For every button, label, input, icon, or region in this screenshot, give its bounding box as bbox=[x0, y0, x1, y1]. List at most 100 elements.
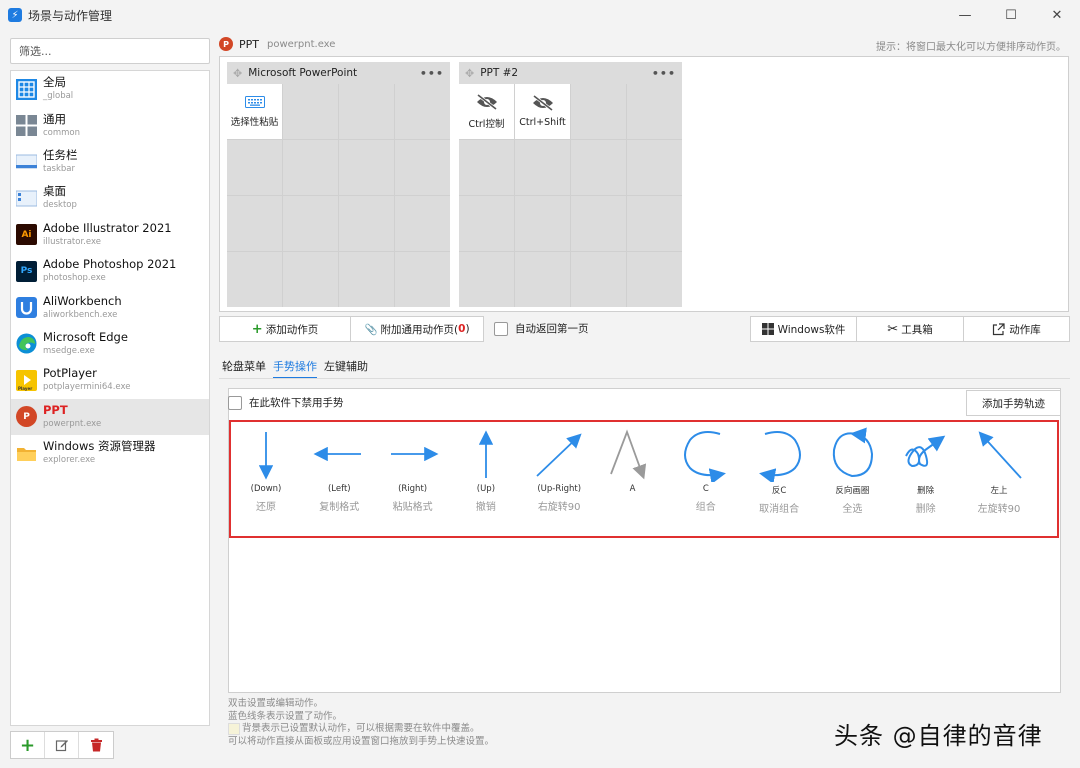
action-page-2[interactable]: ✥ PPT #2 ••• Ctrl控制 Ctrl+Shift bbox=[459, 62, 682, 307]
empty-cell[interactable] bbox=[283, 196, 338, 251]
empty-cell[interactable] bbox=[283, 252, 338, 307]
gesture-item[interactable]: (Left) 复制格式 bbox=[303, 426, 375, 513]
current-app-header: P PPT powerpnt.exe bbox=[219, 36, 335, 52]
empty-cell[interactable] bbox=[227, 252, 282, 307]
action-library-button[interactable]: 动作库 bbox=[963, 316, 1070, 342]
external-link-icon bbox=[993, 322, 1005, 335]
maximize-button[interactable]: ☐ bbox=[988, 0, 1034, 30]
sidebar-app-item[interactable]: 桌面 desktop bbox=[11, 180, 209, 216]
app-text: AliWorkbench aliworkbench.exe bbox=[43, 294, 122, 322]
sidebar-app-item[interactable]: Windows 资源管理器 explorer.exe bbox=[11, 435, 209, 471]
empty-cell[interactable] bbox=[459, 140, 514, 195]
empty-cell[interactable] bbox=[627, 84, 682, 139]
app-text: Adobe Illustrator 2021 illustrator.exe bbox=[43, 221, 172, 249]
empty-cell[interactable] bbox=[515, 196, 570, 251]
empty-cell[interactable] bbox=[515, 252, 570, 307]
action-cell[interactable]: Ctrl控制 bbox=[459, 84, 514, 139]
disable-gestures-option[interactable]: 在此软件下禁用手势 bbox=[228, 395, 344, 410]
gesture-item[interactable]: (Right) 粘贴格式 bbox=[377, 426, 449, 513]
tab-wheel-menu[interactable]: 轮盘菜单 bbox=[222, 358, 266, 379]
edge-icon bbox=[16, 333, 37, 354]
add-page-button[interactable]: + 添加动作页 bbox=[219, 316, 351, 342]
gesture-item[interactable]: 反C 取消组合 bbox=[743, 426, 815, 515]
empty-cell[interactable] bbox=[459, 252, 514, 307]
window-controls: — ☐ ✕ bbox=[942, 0, 1080, 30]
empty-cell[interactable] bbox=[339, 84, 394, 139]
sidebar-app-item[interactable]: 任务栏 taskbar bbox=[11, 144, 209, 180]
sidebar-app-item[interactable]: Player PotPlayer potplayermini64.exe bbox=[11, 362, 209, 398]
empty-cell[interactable] bbox=[395, 84, 450, 139]
app-name: 桌面 bbox=[43, 184, 66, 199]
sidebar-app-item[interactable]: P PPT powerpnt.exe bbox=[11, 398, 209, 435]
sidebar-app-item[interactable]: Microsoft Edge msedge.exe bbox=[11, 326, 209, 362]
app-exe: potplayermini64.exe bbox=[43, 382, 131, 393]
close-button[interactable]: ✕ bbox=[1034, 0, 1080, 30]
windows-software-button[interactable]: Windows软件 bbox=[750, 316, 857, 342]
title-bar: ⚡ 场景与动作管理 — ☐ ✕ bbox=[0, 0, 1080, 30]
gesture-right-icon bbox=[390, 446, 439, 462]
gesture-item[interactable]: 删除 删除 bbox=[890, 426, 962, 515]
empty-cell[interactable] bbox=[395, 196, 450, 251]
empty-cell[interactable] bbox=[283, 140, 338, 195]
empty-cell[interactable] bbox=[395, 140, 450, 195]
empty-cell[interactable] bbox=[627, 252, 682, 307]
gesture-item[interactable]: (Down) 还原 bbox=[230, 426, 302, 513]
delete-app-button[interactable] bbox=[79, 732, 113, 758]
empty-cell[interactable] bbox=[571, 140, 626, 195]
auto-return-option[interactable]: 自动返回第一页 bbox=[494, 321, 589, 336]
empty-cell[interactable] bbox=[283, 84, 338, 139]
gesture-name: A bbox=[629, 484, 636, 494]
minimize-button[interactable]: — bbox=[942, 0, 988, 30]
move-handle-icon[interactable]: ✥ bbox=[233, 67, 242, 80]
sidebar-app-item[interactable]: Ai Adobe Illustrator 2021 illustrator.exe bbox=[11, 217, 209, 253]
taskbar-icon bbox=[16, 151, 37, 172]
edit-app-button[interactable] bbox=[45, 732, 79, 758]
gesture-action: 还原 bbox=[256, 502, 276, 513]
action-cell[interactable]: 选择性粘贴 bbox=[227, 84, 282, 139]
filter-input[interactable] bbox=[10, 38, 210, 64]
sidebar-app-item[interactable]: 通用 common bbox=[11, 107, 209, 143]
sidebar-app-item[interactable]: 全局 _global bbox=[11, 71, 209, 107]
paperclip-icon: 📎 bbox=[364, 323, 378, 336]
gesture-item[interactable]: 反向画圈 全选 bbox=[816, 426, 888, 515]
empty-cell[interactable] bbox=[227, 196, 282, 251]
auto-return-checkbox[interactable] bbox=[494, 321, 508, 336]
add-app-button[interactable]: + bbox=[11, 732, 45, 758]
move-handle-icon[interactable]: ✥ bbox=[465, 67, 474, 80]
attach-general-button[interactable]: 📎 附加通用动作页(0) bbox=[350, 316, 484, 342]
toolbox-button[interactable]: ✂ 工具箱 bbox=[856, 316, 964, 342]
disable-gestures-checkbox[interactable] bbox=[228, 395, 242, 410]
windows-icon bbox=[761, 323, 774, 335]
hint-text: 提示：将窗口最大化可以方便排序动作页。 bbox=[876, 42, 1066, 53]
empty-cell[interactable] bbox=[627, 196, 682, 251]
empty-cell[interactable] bbox=[459, 196, 514, 251]
sidebar-app-item[interactable]: Ps Adobe Photoshop 2021 photoshop.exe bbox=[11, 253, 209, 289]
tab-gestures[interactable]: 手势操作 bbox=[273, 358, 317, 379]
gesture-item[interactable]: (Up-Right) 右旋转90 bbox=[523, 426, 595, 513]
gesture-item[interactable]: 左上 左旋转90 bbox=[963, 426, 1035, 515]
empty-cell[interactable] bbox=[339, 252, 394, 307]
empty-cell[interactable] bbox=[627, 140, 682, 195]
action-grid: 选择性粘贴 bbox=[227, 84, 450, 307]
empty-cell[interactable] bbox=[571, 196, 626, 251]
gesture-item[interactable]: C 组合 bbox=[670, 426, 742, 513]
action-page-1[interactable]: ✥ Microsoft PowerPoint ••• 选择性粘贴 bbox=[227, 62, 450, 307]
empty-cell[interactable] bbox=[227, 140, 282, 195]
gesture-item[interactable]: (Up) 撤销 bbox=[450, 426, 522, 513]
app-name: 通用 bbox=[43, 111, 66, 126]
gesture-name: (Right) bbox=[398, 484, 428, 494]
gesture-item[interactable]: A bbox=[597, 426, 669, 498]
empty-cell[interactable] bbox=[571, 252, 626, 307]
action-cell[interactable]: Ctrl+Shift bbox=[515, 84, 570, 139]
tab-left-click-assist[interactable]: 左键辅助 bbox=[324, 358, 368, 379]
empty-cell[interactable] bbox=[339, 196, 394, 251]
empty-cell[interactable] bbox=[339, 140, 394, 195]
add-gesture-button[interactable]: 添加手势轨迹 bbox=[966, 390, 1061, 416]
app-list: 全局 _global 通用 common 任务栏 taskbar 桌面 desktop Ai Ad… bbox=[10, 70, 210, 726]
empty-cell[interactable] bbox=[395, 252, 450, 307]
empty-cell[interactable] bbox=[571, 84, 626, 139]
page-menu-button[interactable]: ••• bbox=[420, 67, 444, 80]
sidebar-app-item[interactable]: AliWorkbench aliworkbench.exe bbox=[11, 289, 209, 325]
empty-cell[interactable] bbox=[515, 140, 570, 195]
page-menu-button[interactable]: ••• bbox=[652, 67, 676, 80]
